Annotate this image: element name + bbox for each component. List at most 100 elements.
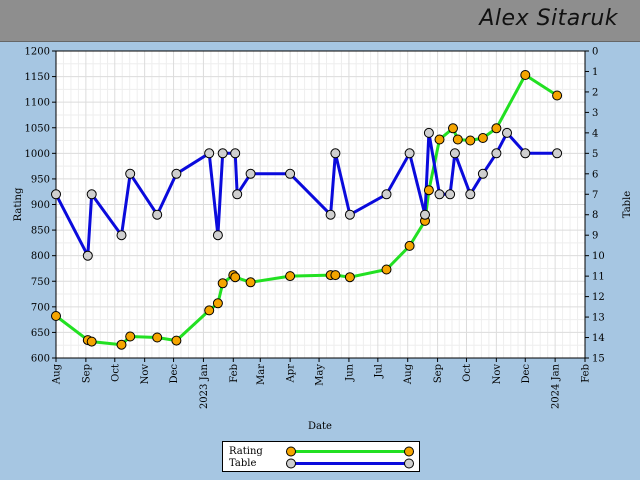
- data-point-table: [217, 148, 228, 159]
- x-tick-label: Apr: [286, 364, 297, 384]
- y2-tick-label: 8: [592, 210, 598, 221]
- data-point-rating: [230, 272, 241, 283]
- x-tick-label: Oct: [110, 364, 121, 382]
- x-tick-label: Oct: [462, 364, 473, 382]
- data-point-table: [344, 209, 355, 220]
- legend: Rating Table: [222, 441, 420, 472]
- rating-chart: 6006507007508008509009501000105011001150…: [13, 47, 633, 433]
- data-point-table: [404, 148, 415, 159]
- data-point-rating: [448, 123, 458, 134]
- x-tick-label: Sep: [81, 364, 92, 383]
- y2-tick-label: 13: [592, 313, 605, 324]
- y2-tick-label: 11: [592, 272, 605, 283]
- data-point-table: [82, 250, 93, 261]
- data-point-rating: [51, 311, 61, 321]
- x-tick-label: Feb: [229, 364, 240, 383]
- y2-tick-label: 3: [592, 108, 598, 119]
- data-point-table: [465, 189, 476, 200]
- y-tick-label: 1000: [25, 149, 50, 160]
- data-point-table: [152, 209, 163, 220]
- data-point-table: [245, 168, 256, 179]
- y2-tick-label: 14: [592, 333, 605, 344]
- y2-tick-label: 0: [592, 47, 598, 58]
- x-tick-label: Dec: [521, 364, 532, 384]
- y-tick-label: 900: [31, 200, 50, 211]
- data-point-table: [125, 168, 136, 179]
- x-tick-label: Jun: [344, 363, 355, 381]
- data-point-table: [491, 148, 502, 159]
- data-point-rating: [86, 336, 97, 347]
- data-point-table: [86, 189, 97, 200]
- data-point-rating: [344, 272, 355, 283]
- data-point-rating: [381, 264, 392, 275]
- x-tick-label: Dec: [169, 364, 180, 384]
- x-tick-label: Jul: [373, 364, 384, 379]
- y-tick-label: 850: [31, 226, 50, 237]
- data-point-rating: [423, 185, 434, 196]
- data-point-rating: [212, 298, 223, 309]
- y2-tick-label: 1: [592, 67, 598, 78]
- rating-history-page: Alex Sitaruk 600 650 700 750 800 850 900 950 100…: [0, 0, 640, 480]
- y2-tick-label: 2: [592, 87, 598, 98]
- data-point-table: [423, 127, 434, 138]
- data-point-rating: [404, 240, 415, 251]
- y2-tick-label: 7: [592, 190, 598, 201]
- y-tick-label: 950: [31, 174, 50, 185]
- y-tick-label: 650: [31, 328, 50, 339]
- data-point-rating: [152, 332, 163, 343]
- data-point-rating: [452, 134, 463, 145]
- x-tick-label: Aug: [403, 363, 414, 385]
- data-point-rating: [491, 123, 502, 134]
- y-axis-title: Rating: [13, 187, 24, 221]
- legend-item-table: Table: [229, 457, 415, 470]
- y-tick-label: 1100: [25, 98, 50, 109]
- legend-label-table: Table: [229, 458, 257, 469]
- y2-tick-label: 5: [592, 149, 598, 160]
- data-point-table: [449, 148, 460, 159]
- data-point-rating: [245, 277, 256, 288]
- data-point-rating: [116, 339, 127, 350]
- data-point-table: [171, 168, 182, 179]
- data-point-rating: [552, 90, 563, 101]
- data-point-rating: [465, 135, 476, 146]
- y2-axis-title: Table: [622, 191, 633, 218]
- data-point-rating: [171, 335, 182, 346]
- data-point-table: [116, 230, 127, 241]
- y-tick-label: 800: [31, 251, 50, 262]
- y2-tick-label: 12: [592, 292, 605, 303]
- data-point-table: [212, 230, 223, 241]
- y2-tick-label: 6: [592, 169, 598, 180]
- data-point-table: [477, 168, 488, 179]
- data-point-rating: [204, 305, 215, 316]
- data-point-table: [520, 148, 531, 159]
- x-tick-label: Nov: [492, 364, 503, 385]
- y2-tick-label: 10: [592, 251, 605, 262]
- data-point-table: [330, 148, 341, 159]
- x-tick-label: Feb: [581, 364, 592, 383]
- data-point-table: [325, 209, 336, 220]
- data-point-table: [285, 168, 296, 179]
- data-point-table: [51, 189, 61, 200]
- y-tick-label: 1050: [25, 123, 50, 134]
- y-tick-label: 1150: [25, 72, 50, 83]
- data-point-rating: [330, 270, 341, 281]
- data-point-table: [230, 148, 241, 159]
- y2-tick-label: 4: [592, 128, 598, 139]
- y2-tick-label: 15: [592, 354, 605, 365]
- x-axis-title: Date: [308, 421, 332, 432]
- x-tick-label: Nov: [140, 364, 151, 385]
- y-tick-label: 750: [31, 277, 50, 288]
- x-tick-label: Mar: [256, 364, 267, 385]
- data-point-table: [381, 189, 392, 200]
- x-tick-label: 2024 Jan: [551, 363, 562, 409]
- x-tick-label: 2023 Jan: [199, 363, 210, 409]
- y2-tick-label: 9: [592, 231, 598, 242]
- data-point-rating: [477, 133, 488, 143]
- data-point-rating: [217, 278, 228, 289]
- data-point-table: [502, 127, 512, 138]
- x-tick-label: May: [315, 364, 326, 386]
- data-point-table: [552, 148, 563, 159]
- data-point-rating: [125, 331, 136, 342]
- data-point-table: [420, 209, 430, 220]
- data-point-table: [232, 189, 243, 200]
